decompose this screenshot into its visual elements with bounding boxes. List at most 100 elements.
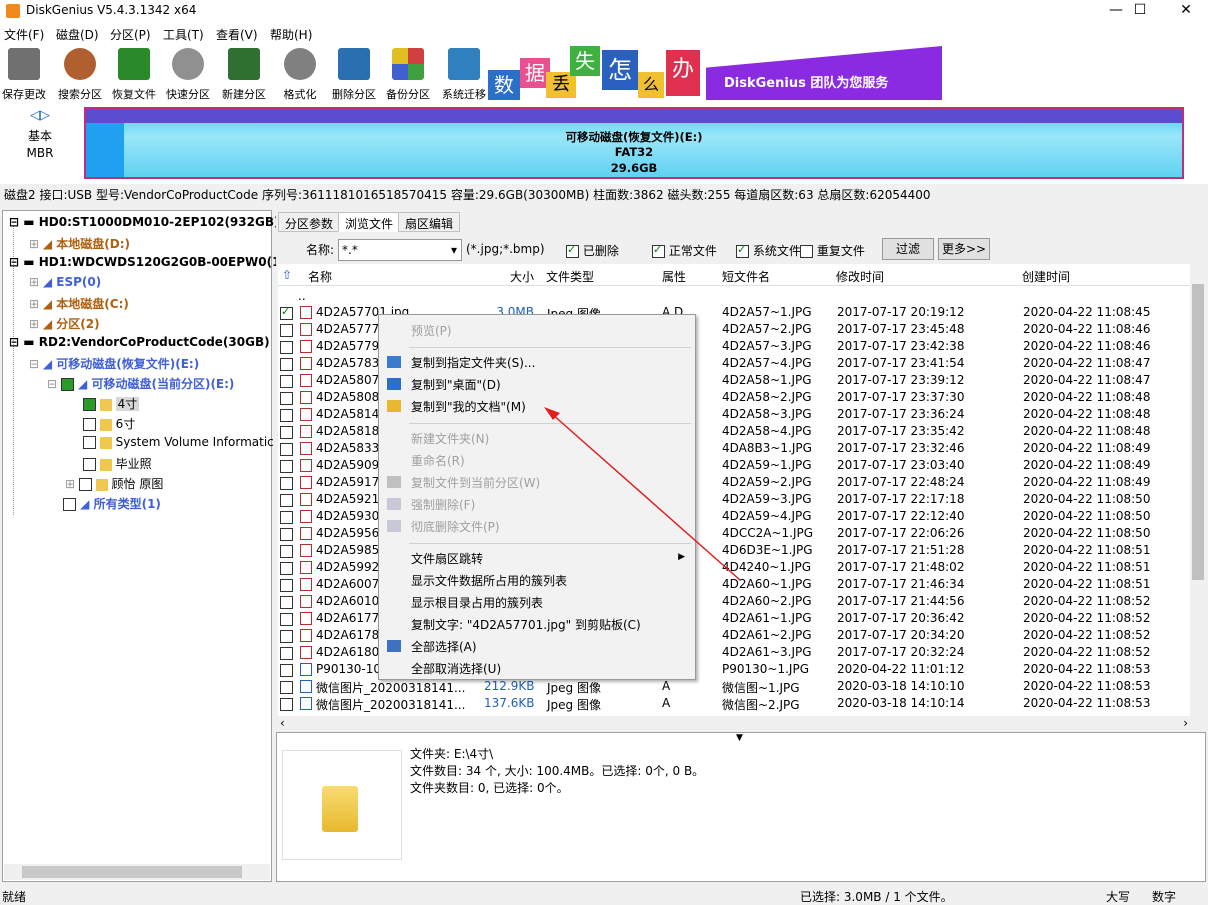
menu-view[interactable]: 查看(V) xyxy=(216,26,258,43)
tree-item-hd0[interactable]: ⊟ ▬ HD0:ST1000DM010-2EP102(932GB) xyxy=(9,215,279,229)
col-type[interactable]: 文件类型 xyxy=(546,268,594,285)
context-menu-item[interactable]: 强制删除(F) xyxy=(411,496,475,513)
nav-right-icon[interactable]: ▷ xyxy=(40,108,50,123)
row-checkbox[interactable] xyxy=(280,528,293,541)
row-checkbox[interactable] xyxy=(280,358,293,371)
filter-button[interactable]: 过滤 xyxy=(882,238,934,260)
tree-item-esp[interactable]: ⊞ ◢ ESP(0) xyxy=(29,275,101,289)
system-migrate-button[interactable]: 系统迁移 xyxy=(440,46,488,101)
menu-disk[interactable]: 磁盘(D) xyxy=(56,26,99,43)
tree-item-graduation[interactable]: 毕业照 xyxy=(83,455,152,472)
context-menu-item[interactable]: 复制到"我的文档"(M) xyxy=(411,398,526,415)
tab-partition-params[interactable]: 分区参数 xyxy=(278,212,341,232)
tree-item-rd2[interactable]: ⊟ ▬ RD2:VendorCoProductCode(30GB) xyxy=(9,335,270,349)
recover-files-button[interactable]: 恢复文件 xyxy=(110,46,158,101)
tree-hscrollbar[interactable] xyxy=(4,864,270,880)
tree-item-guyi[interactable]: ⊞ 顾怡 原图 xyxy=(65,475,163,492)
row-checkbox[interactable] xyxy=(280,443,293,456)
tab-sector-edit[interactable]: 扇区编辑 xyxy=(398,212,461,232)
format-button[interactable]: 格式化 xyxy=(276,46,324,101)
col-short-name[interactable]: 短文件名 xyxy=(722,268,770,285)
row-checkbox[interactable] xyxy=(280,305,293,320)
tree-item-removable-current[interactable]: ⊟ ◢ 可移动磁盘(当前分区)(E:) xyxy=(47,375,234,392)
row-checkbox[interactable] xyxy=(280,698,293,711)
row-checkbox[interactable] xyxy=(280,426,293,439)
save-changes-button[interactable]: 保存更改 xyxy=(0,46,48,101)
row-checkbox[interactable] xyxy=(280,681,293,694)
context-menu-item[interactable]: 重命名(R) xyxy=(411,452,465,469)
row-checkbox[interactable] xyxy=(280,630,293,643)
row-checkbox[interactable] xyxy=(280,375,293,388)
up-arrow-icon[interactable]: ⇧ xyxy=(282,268,292,282)
promo-banner[interactable]: 数 据 丢 失 怎 么 办 DiskGenius 团队为您服务 xyxy=(488,46,994,100)
row-checkbox[interactable] xyxy=(280,324,293,337)
menu-tools[interactable]: 工具(T) xyxy=(163,26,204,43)
context-menu-item[interactable]: 文件扇区跳转 xyxy=(411,550,483,567)
context-menu-item[interactable]: 显示文件数据所占用的簇列表 xyxy=(411,572,567,589)
collapse-arrow-icon[interactable]: ▼ xyxy=(736,733,743,743)
close-button[interactable]: ✕ xyxy=(1164,0,1208,22)
context-menu-item[interactable]: 全部取消选择(U) xyxy=(411,660,501,677)
row-checkbox[interactable] xyxy=(280,579,293,592)
table-row[interactable]: 微信图片_20200318141... 137.6KB Jpeg 图像 A 微信图~2.… xyxy=(278,695,1190,712)
row-checkbox[interactable] xyxy=(280,545,293,558)
context-menu-item[interactable]: 复制到指定文件夹(S)... xyxy=(411,354,535,371)
col-name[interactable]: 名称 xyxy=(308,268,332,285)
menu-help[interactable]: 帮助(H) xyxy=(270,26,312,43)
row-checkbox[interactable] xyxy=(280,511,293,524)
tree-item-local-d[interactable]: ⊞ ◢ 本地磁盘(D:) xyxy=(29,235,130,252)
file-hscrollbar[interactable]: ‹ › xyxy=(278,716,1190,732)
context-menu-item[interactable]: 复制文字: "4D2A57701.jpg" 到剪贴板(C) xyxy=(411,616,641,633)
nav-left-icon[interactable]: ◁ xyxy=(30,108,40,123)
tree-item-4inch[interactable]: 4寸 xyxy=(83,395,140,412)
name-filter-input[interactable]: *.* ▾ xyxy=(338,239,462,261)
new-partition-button[interactable]: 新建分区 xyxy=(220,46,268,101)
tree-item-removable-recover[interactable]: ⊟ ◢ 可移动磁盘(恢复文件)(E:) xyxy=(29,355,199,372)
context-menu-item[interactable]: 复制文件到当前分区(W) xyxy=(411,474,540,491)
row-checkbox[interactable] xyxy=(280,392,293,405)
backup-partition-button[interactable]: 备份分区 xyxy=(384,46,432,101)
row-checkbox[interactable] xyxy=(280,664,293,677)
tree-item-local-c[interactable]: ⊞ ◢ 本地磁盘(C:) xyxy=(29,295,129,312)
context-menu-item[interactable]: 新建文件夹(N) xyxy=(411,430,489,447)
quick-partition-button[interactable]: 快速分区 xyxy=(164,46,212,101)
context-menu-item[interactable]: 预览(P) xyxy=(411,322,452,339)
duplicate-files-checkbox[interactable]: 重复文件 xyxy=(800,242,865,259)
row-checkbox[interactable] xyxy=(280,562,293,575)
maximize-button[interactable]: ☐ xyxy=(1118,0,1162,22)
deleted-checkbox[interactable]: 已删除 xyxy=(566,242,619,259)
context-menu-item[interactable]: 彻底删除文件(P) xyxy=(411,518,500,535)
row-checkbox[interactable] xyxy=(280,460,293,473)
row-checkbox[interactable] xyxy=(280,613,293,626)
col-created[interactable]: 创建时间 xyxy=(1022,268,1070,285)
col-attr[interactable]: 属性 xyxy=(662,268,686,285)
row-checkbox[interactable] xyxy=(280,494,293,507)
normal-files-checkbox[interactable]: 正常文件 xyxy=(652,242,717,259)
search-partition-button[interactable]: 搜索分区 xyxy=(56,46,104,101)
tree-item-hd1[interactable]: ⊟ ▬ HD1:WDCWDS120G2G0B-00EPW0(11 xyxy=(9,255,289,269)
row-checkbox[interactable] xyxy=(280,341,293,354)
parent-row[interactable]: .. xyxy=(278,288,1190,305)
system-files-checkbox[interactable]: 系统文件 xyxy=(736,242,801,259)
menu-partition[interactable]: 分区(P) xyxy=(110,26,151,43)
delete-partition-button[interactable]: 删除分区 xyxy=(330,46,378,101)
partition-block[interactable]: 可移动磁盘(恢复文件)(E:) FAT32 29.6GB xyxy=(84,107,1184,179)
table-row[interactable]: 微信图片_20200318141... 212.9KB Jpeg 图像 A 微信图~1.… xyxy=(278,678,1190,695)
tree-item-system-volume[interactable]: System Volume Informatic xyxy=(83,435,274,449)
tree-item-all-types[interactable]: ◢ 所有类型(1) xyxy=(63,495,161,512)
context-menu-item[interactable]: 复制到"桌面"(D) xyxy=(411,376,501,393)
col-size[interactable]: 大小 xyxy=(510,268,534,285)
tab-browse-files[interactable]: 浏览文件 xyxy=(338,212,401,232)
col-modified[interactable]: 修改时间 xyxy=(836,268,884,285)
row-checkbox[interactable] xyxy=(280,596,293,609)
menu-file[interactable]: 文件(F) xyxy=(4,26,44,43)
more-button[interactable]: 更多>> xyxy=(938,238,990,260)
row-checkbox[interactable] xyxy=(280,477,293,490)
tree-item-6inch[interactable]: 6寸 xyxy=(83,415,135,432)
tree-item-partition2[interactable]: ⊞ ◢ 分区(2) xyxy=(29,315,100,332)
row-checkbox[interactable] xyxy=(280,409,293,422)
context-menu-item[interactable]: 全部选择(A) xyxy=(411,638,477,655)
row-checkbox[interactable] xyxy=(280,647,293,660)
file-vscrollbar[interactable] xyxy=(1190,264,1206,716)
context-menu-item[interactable]: 显示根目录占用的簇列表 xyxy=(411,594,543,611)
